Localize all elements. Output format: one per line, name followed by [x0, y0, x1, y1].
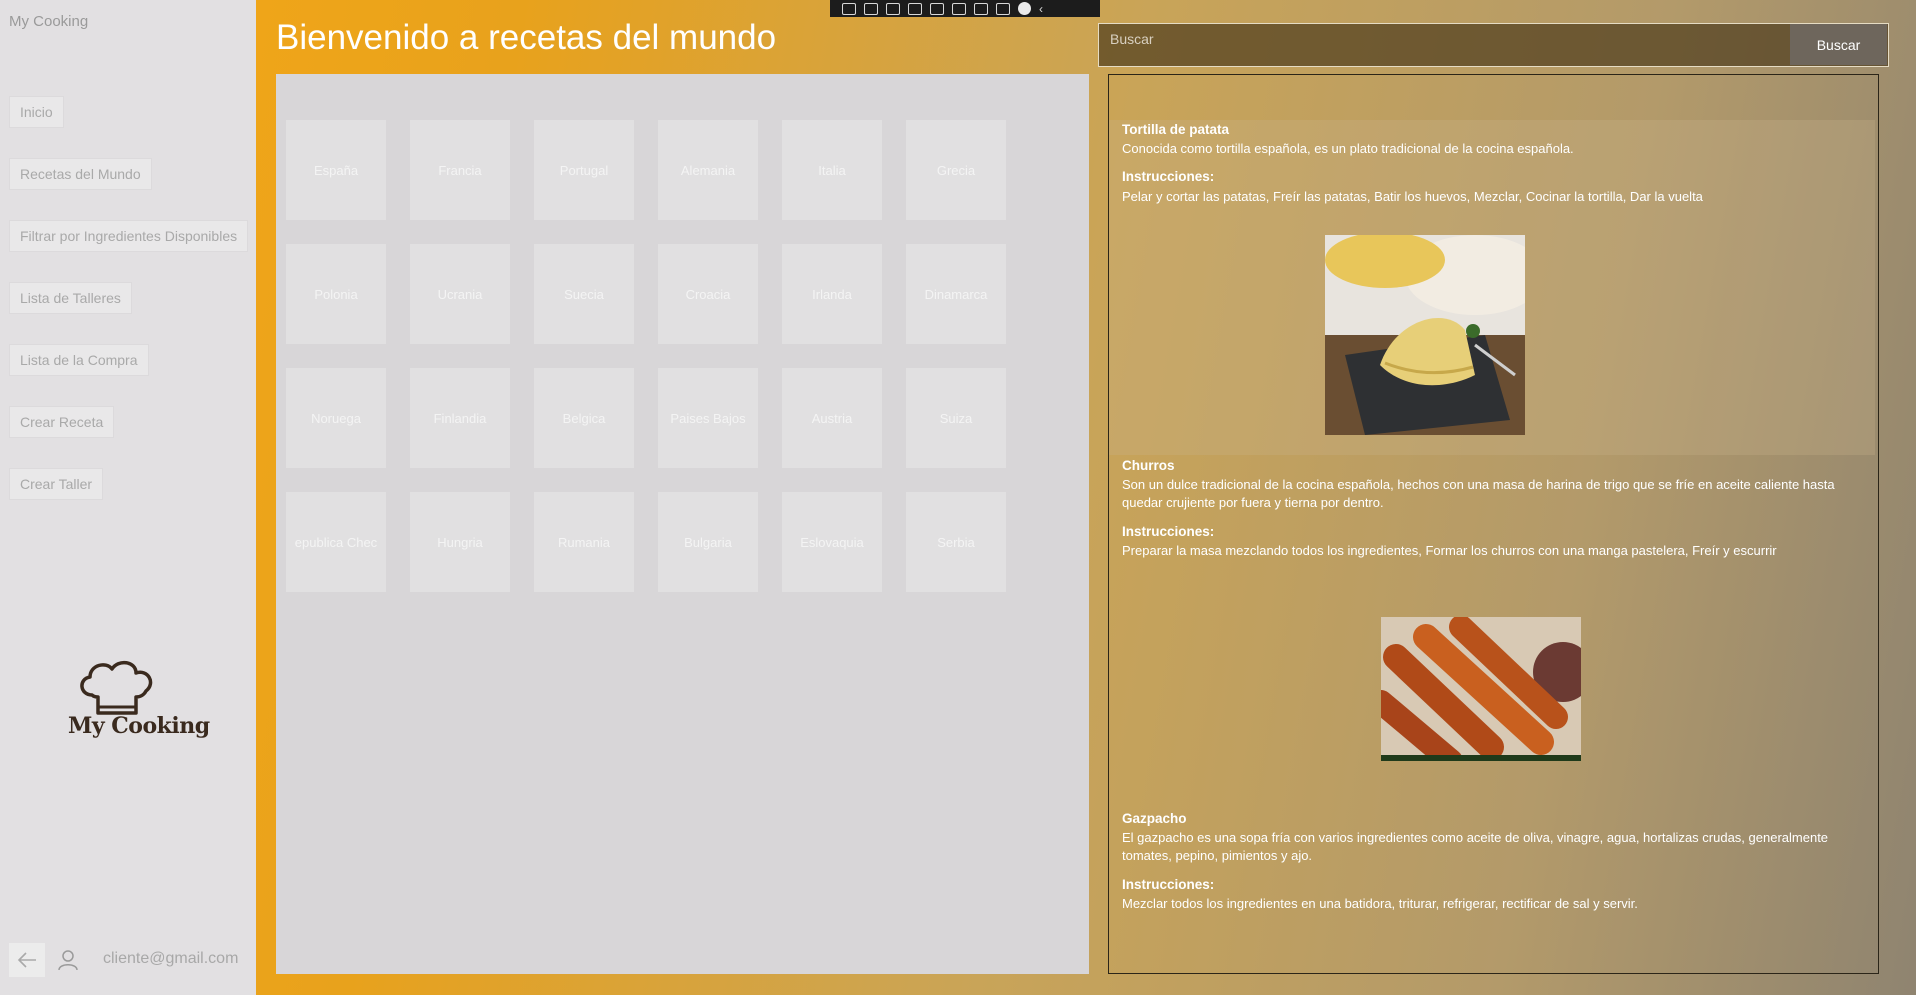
- toolbar-accessibility-icon[interactable]: [996, 2, 1010, 15]
- debug-toolbar: ‹: [830, 0, 1100, 17]
- toolbar-bounds-icon[interactable]: [908, 2, 922, 15]
- toolbar-check-icon[interactable]: [1018, 2, 1031, 15]
- user-icon: [58, 950, 78, 971]
- search-box: Buscar Buscar: [1098, 23, 1889, 67]
- recipe-description: Son un dulce tradicional de la cocina es…: [1122, 477, 1835, 510]
- toolbar-tree-icon[interactable]: [842, 2, 856, 15]
- nav-item-lista-compra[interactable]: Lista de la Compra: [9, 344, 149, 376]
- recipe-instructions: Mezclar todos los ingredientes en una ba…: [1122, 896, 1638, 911]
- toolbar-record-icon[interactable]: [864, 2, 878, 15]
- recipe-description: Conocida como tortilla española, es un p…: [1122, 141, 1574, 156]
- app-title: My Cooking: [9, 13, 89, 30]
- tortilla-image: [1325, 235, 1525, 435]
- recipe-description: El gazpacho es una sopa fría con varios …: [1122, 830, 1829, 863]
- recipe-title: Churros: [1122, 458, 1175, 473]
- recipe-instructions-label: Instrucciones:: [1122, 169, 1215, 184]
- search-button[interactable]: Buscar: [1790, 24, 1887, 65]
- toolbar-select-icon[interactable]: [886, 2, 900, 15]
- recipes-list: Tortilla de patata Conocida como tortill…: [1108, 74, 1879, 974]
- country-tile[interactable]: Bulgaria: [658, 492, 758, 592]
- country-tile[interactable]: Portugal: [534, 120, 634, 220]
- toolbar-collapse-icon[interactable]: ‹: [1039, 3, 1043, 15]
- country-tile[interactable]: Croacia: [658, 244, 758, 344]
- country-tile[interactable]: Belgica: [534, 368, 634, 468]
- nav-item-crear-taller[interactable]: Crear Taller: [9, 468, 104, 500]
- country-tile[interactable]: Rumania: [534, 492, 634, 592]
- nav-item-inicio[interactable]: Inicio: [9, 96, 64, 128]
- country-tile[interactable]: epublica Chec: [286, 492, 386, 592]
- search-input[interactable]: [1099, 24, 1789, 65]
- country-tile[interactable]: Hungria: [410, 492, 510, 592]
- page-title: Bienvenido a recetas del mundo: [276, 18, 777, 57]
- arrow-left-icon: [17, 952, 36, 968]
- nav-item-recetas-del-mundo[interactable]: Recetas del Mundo: [9, 158, 152, 190]
- recipe-instructions-label: Instrucciones:: [1122, 524, 1215, 539]
- nav-item-crear-receta[interactable]: Crear Receta: [9, 406, 115, 438]
- toolbar-preview-icon[interactable]: [974, 2, 988, 15]
- sidebar: My Cooking Inicio Recetas del Mundo Filt…: [0, 0, 256, 995]
- country-tile[interactable]: Italia: [782, 120, 882, 220]
- country-grid: España Francia Portugal Alemania Italia Greci…: [276, 74, 1089, 974]
- country-tile[interactable]: Finlandia: [410, 368, 510, 468]
- toolbar-adorner-icon[interactable]: [952, 2, 966, 15]
- chef-hat-logo-icon: [80, 660, 153, 715]
- country-tile[interactable]: Irlanda: [782, 244, 882, 344]
- country-tile[interactable]: Suiza: [906, 368, 1006, 468]
- country-tile[interactable]: Suecia: [534, 244, 634, 344]
- country-tile[interactable]: Grecia: [906, 120, 1006, 220]
- country-tile[interactable]: Paises Bajos: [658, 368, 758, 468]
- nav-item-lista-talleres[interactable]: Lista de Talleres: [9, 282, 132, 314]
- country-tile[interactable]: Noruega: [286, 368, 386, 468]
- recipe-instructions: Pelar y cortar las patatas, Freír las pa…: [1122, 189, 1703, 204]
- country-tile[interactable]: Serbia: [906, 492, 1006, 592]
- country-tile[interactable]: España: [286, 120, 386, 220]
- logo-text: My Cooking: [68, 713, 210, 739]
- toolbar-layout-icon[interactable]: [930, 2, 944, 15]
- country-tile[interactable]: Francia: [410, 120, 510, 220]
- user-email: cliente@gmail.com: [103, 950, 239, 967]
- country-tile[interactable]: Alemania: [658, 120, 758, 220]
- nav-item-filtrar-ingredientes[interactable]: Filtrar por Ingredientes Disponibles: [9, 220, 249, 252]
- back-button[interactable]: [9, 943, 45, 977]
- churros-image: [1381, 617, 1581, 761]
- recipe-title: Gazpacho: [1122, 811, 1187, 826]
- recipe-instructions-label: Instrucciones:: [1122, 877, 1215, 892]
- country-tile[interactable]: Ucrania: [410, 244, 510, 344]
- recipe-instructions: Preparar la masa mezclando todos los ing…: [1122, 543, 1777, 558]
- recipe-title: Tortilla de patata: [1122, 122, 1230, 137]
- country-tile[interactable]: Eslovaquia: [782, 492, 882, 592]
- country-tile[interactable]: Polonia: [286, 244, 386, 344]
- country-tile[interactable]: Dinamarca: [906, 244, 1006, 344]
- country-tile[interactable]: Austria: [782, 368, 882, 468]
